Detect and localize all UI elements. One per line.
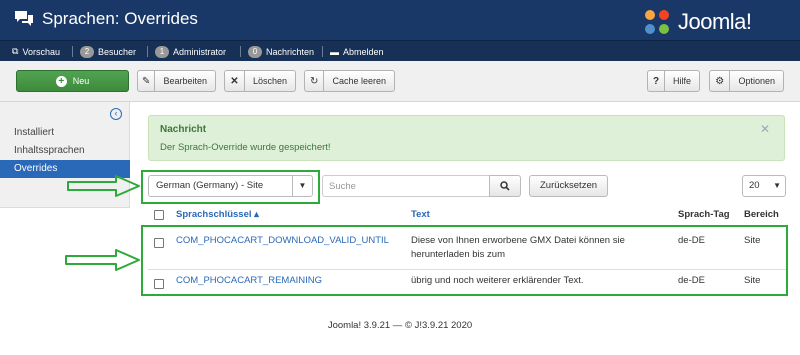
collapse-sidebar-icon[interactable]: ‹	[110, 108, 122, 120]
messages-badge: 0	[248, 45, 262, 58]
close-icon: ✕	[225, 71, 245, 91]
column-header-area: Bereich	[744, 209, 779, 220]
joomla-logo[interactable]: Joomla!	[642, 7, 752, 37]
divider	[72, 46, 73, 57]
reset-button[interactable]: Zurücksetzen	[529, 175, 608, 197]
clear-cache-button[interactable]: ↻ Cache leeren	[304, 70, 395, 92]
caret-down-icon: ▼	[773, 181, 781, 190]
logo-text: Joomla!	[678, 9, 752, 34]
success-alert: Nachricht Der Sprach-Override wurde gesp…	[148, 115, 785, 161]
admins-status: 1 Administrator	[155, 45, 226, 58]
visitors-status: 2 Besucher	[80, 45, 136, 58]
app-header: Sprachen: Overrides Joomla!	[0, 0, 800, 40]
column-header-tag: Sprach-Tag	[678, 209, 730, 220]
toolbar: + Neu ✎ Bearbeiten ✕ Löschen ↻ Cache lee…	[0, 61, 800, 102]
select-all-checkbox[interactable]	[154, 210, 164, 220]
close-icon[interactable]: ✕	[760, 122, 770, 136]
comments-icon	[15, 11, 33, 26]
alert-message: Der Sprach-Override wurde gespeichert!	[160, 142, 331, 153]
preview-link[interactable]: ⧉ Vorschau	[12, 45, 60, 58]
visitors-badge: 2	[80, 45, 94, 58]
gear-icon: ⚙	[710, 71, 731, 91]
divider	[322, 46, 323, 57]
delete-button[interactable]: ✕ Löschen	[224, 70, 296, 92]
edit-button[interactable]: ✎ Bearbeiten	[137, 70, 216, 92]
footer: Joomla! 3.9.21 — © J!3.9.21 2020	[327, 320, 473, 331]
page-title: Sprachen: Overrides	[42, 9, 198, 28]
new-button[interactable]: + Neu	[16, 70, 129, 92]
column-header-text[interactable]: Text	[411, 209, 430, 220]
divider	[240, 46, 241, 57]
edit-icon: ✎	[138, 71, 156, 91]
alert-heading: Nachricht	[160, 124, 207, 135]
plus-icon: +	[55, 75, 67, 87]
refresh-icon: ↻	[305, 71, 325, 91]
search-input[interactable]	[322, 175, 490, 197]
options-button[interactable]: ⚙ Optionen	[709, 70, 784, 92]
search-icon	[500, 181, 510, 191]
arrow-right-icon	[65, 249, 140, 271]
sort-asc-icon: ▴	[254, 209, 259, 220]
messages-link[interactable]: 0 Nachrichten	[248, 45, 314, 58]
highlight-box-rows	[141, 225, 788, 296]
search-button[interactable]	[489, 175, 521, 197]
list-limit-select[interactable]: 20 ▼	[742, 175, 786, 197]
status-bar: ⧉ Vorschau 2 Besucher 1 Administrator 0 …	[0, 40, 800, 61]
sidebar-item-installiert[interactable]: Installiert	[0, 124, 130, 142]
help-button[interactable]: ? Hilfe	[647, 70, 700, 92]
joomla-logo-icon	[645, 10, 669, 34]
admins-badge: 1	[155, 45, 169, 58]
highlight-box-language	[141, 170, 320, 204]
sidebar-item-inhaltssprachen[interactable]: Inhaltssprachen	[0, 142, 130, 160]
minus-icon: ▬	[330, 46, 339, 57]
column-header-key[interactable]: Sprachschlüssel ▴	[176, 209, 259, 220]
external-link-icon: ⧉	[12, 46, 19, 56]
divider	[147, 46, 148, 57]
question-icon: ?	[648, 71, 665, 91]
arrow-right-icon	[67, 175, 140, 197]
logout-link[interactable]: ▬ Abmelden	[330, 45, 384, 58]
